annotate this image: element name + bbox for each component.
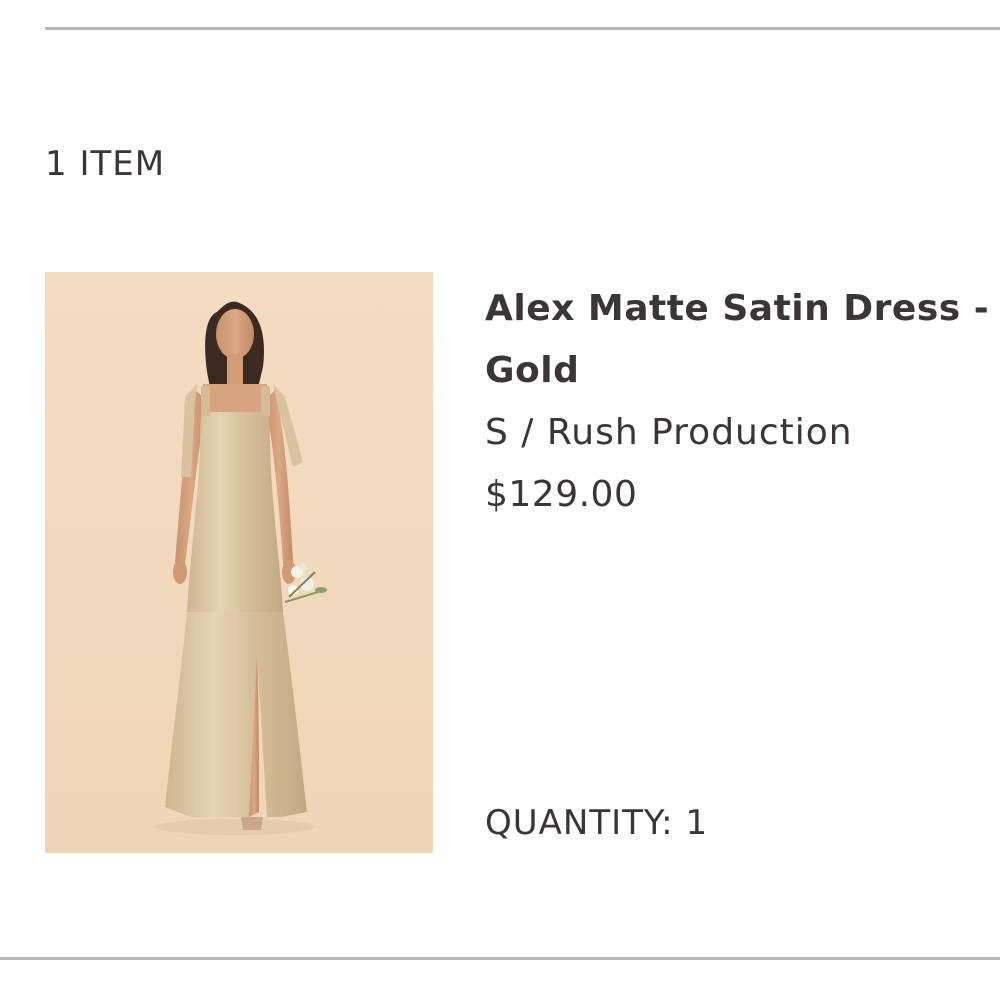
quantity-display: QUANTITY: 1 — [485, 800, 708, 846]
dress-photo-illustration — [45, 272, 433, 853]
product-price: $129.00 — [485, 474, 638, 515]
cart-item-count: 1 ITEM — [45, 144, 166, 184]
bottom-divider — [0, 957, 1000, 960]
top-divider — [45, 27, 1000, 30]
product-variant: S / Rush Production — [485, 412, 853, 453]
quantity-value: 1 — [685, 803, 709, 843]
quantity-label: QUANTITY: — [485, 803, 674, 843]
product-name-link[interactable]: Alex Matte Satin Dress - Gold — [485, 278, 1000, 402]
cart-item-details: Alex Matte Satin Dress - Gold S / Rush P… — [485, 278, 1000, 526]
product-image[interactable] — [45, 272, 433, 853]
